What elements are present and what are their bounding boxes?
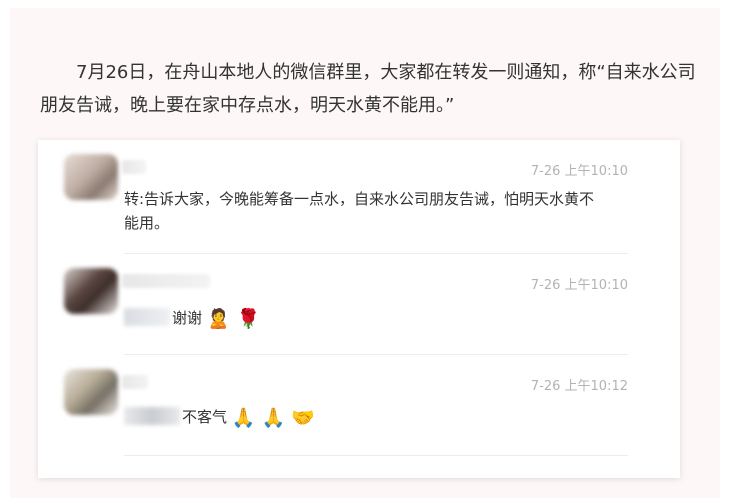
message-text: 谢谢 [172, 309, 203, 327]
person-pouting-and-rose-icon: 🙎 🌹 [206, 308, 261, 330]
folded-hands-and-handshake-icon: 🙏 🙏 🤝 [231, 407, 315, 429]
message-divider [124, 253, 628, 254]
article-paragraph: 7月26日，在舟山本地人的微信群里，大家都在转发一则通知，称“自来水公司朋友告诫… [40, 62, 696, 116]
avatar [64, 154, 118, 200]
message-divider [124, 455, 628, 456]
avatar [64, 369, 118, 415]
message-content: 谢谢 🙎 🌹 [124, 306, 624, 331]
mention-redacted [124, 407, 180, 425]
sender-name-redacted [122, 160, 146, 174]
message-timestamp: 7-26 上午10:12 [530, 379, 628, 394]
message-content: 不客气 🙏 🙏 🤝 [124, 405, 624, 430]
message-timestamp: 7-26 上午10:10 [530, 278, 628, 293]
message-timestamp: 7-26 上午10:10 [530, 164, 628, 179]
sender-name-redacted [122, 375, 148, 389]
chat-screenshot-card: 7-26 上午10:10 转:告诉大家，今晚能筹备一点水，自来水公司朋友告诫，怕… [38, 140, 680, 478]
sender-name-redacted [122, 274, 210, 288]
message-text: 转:告诉大家，今晚能筹备一点水，自来水公司朋友告诫，怕明天水黄不能用。 [124, 190, 595, 232]
avatar [64, 268, 118, 314]
message-text: 不客气 [182, 408, 228, 426]
message-divider [124, 354, 628, 355]
mention-redacted [124, 308, 170, 326]
